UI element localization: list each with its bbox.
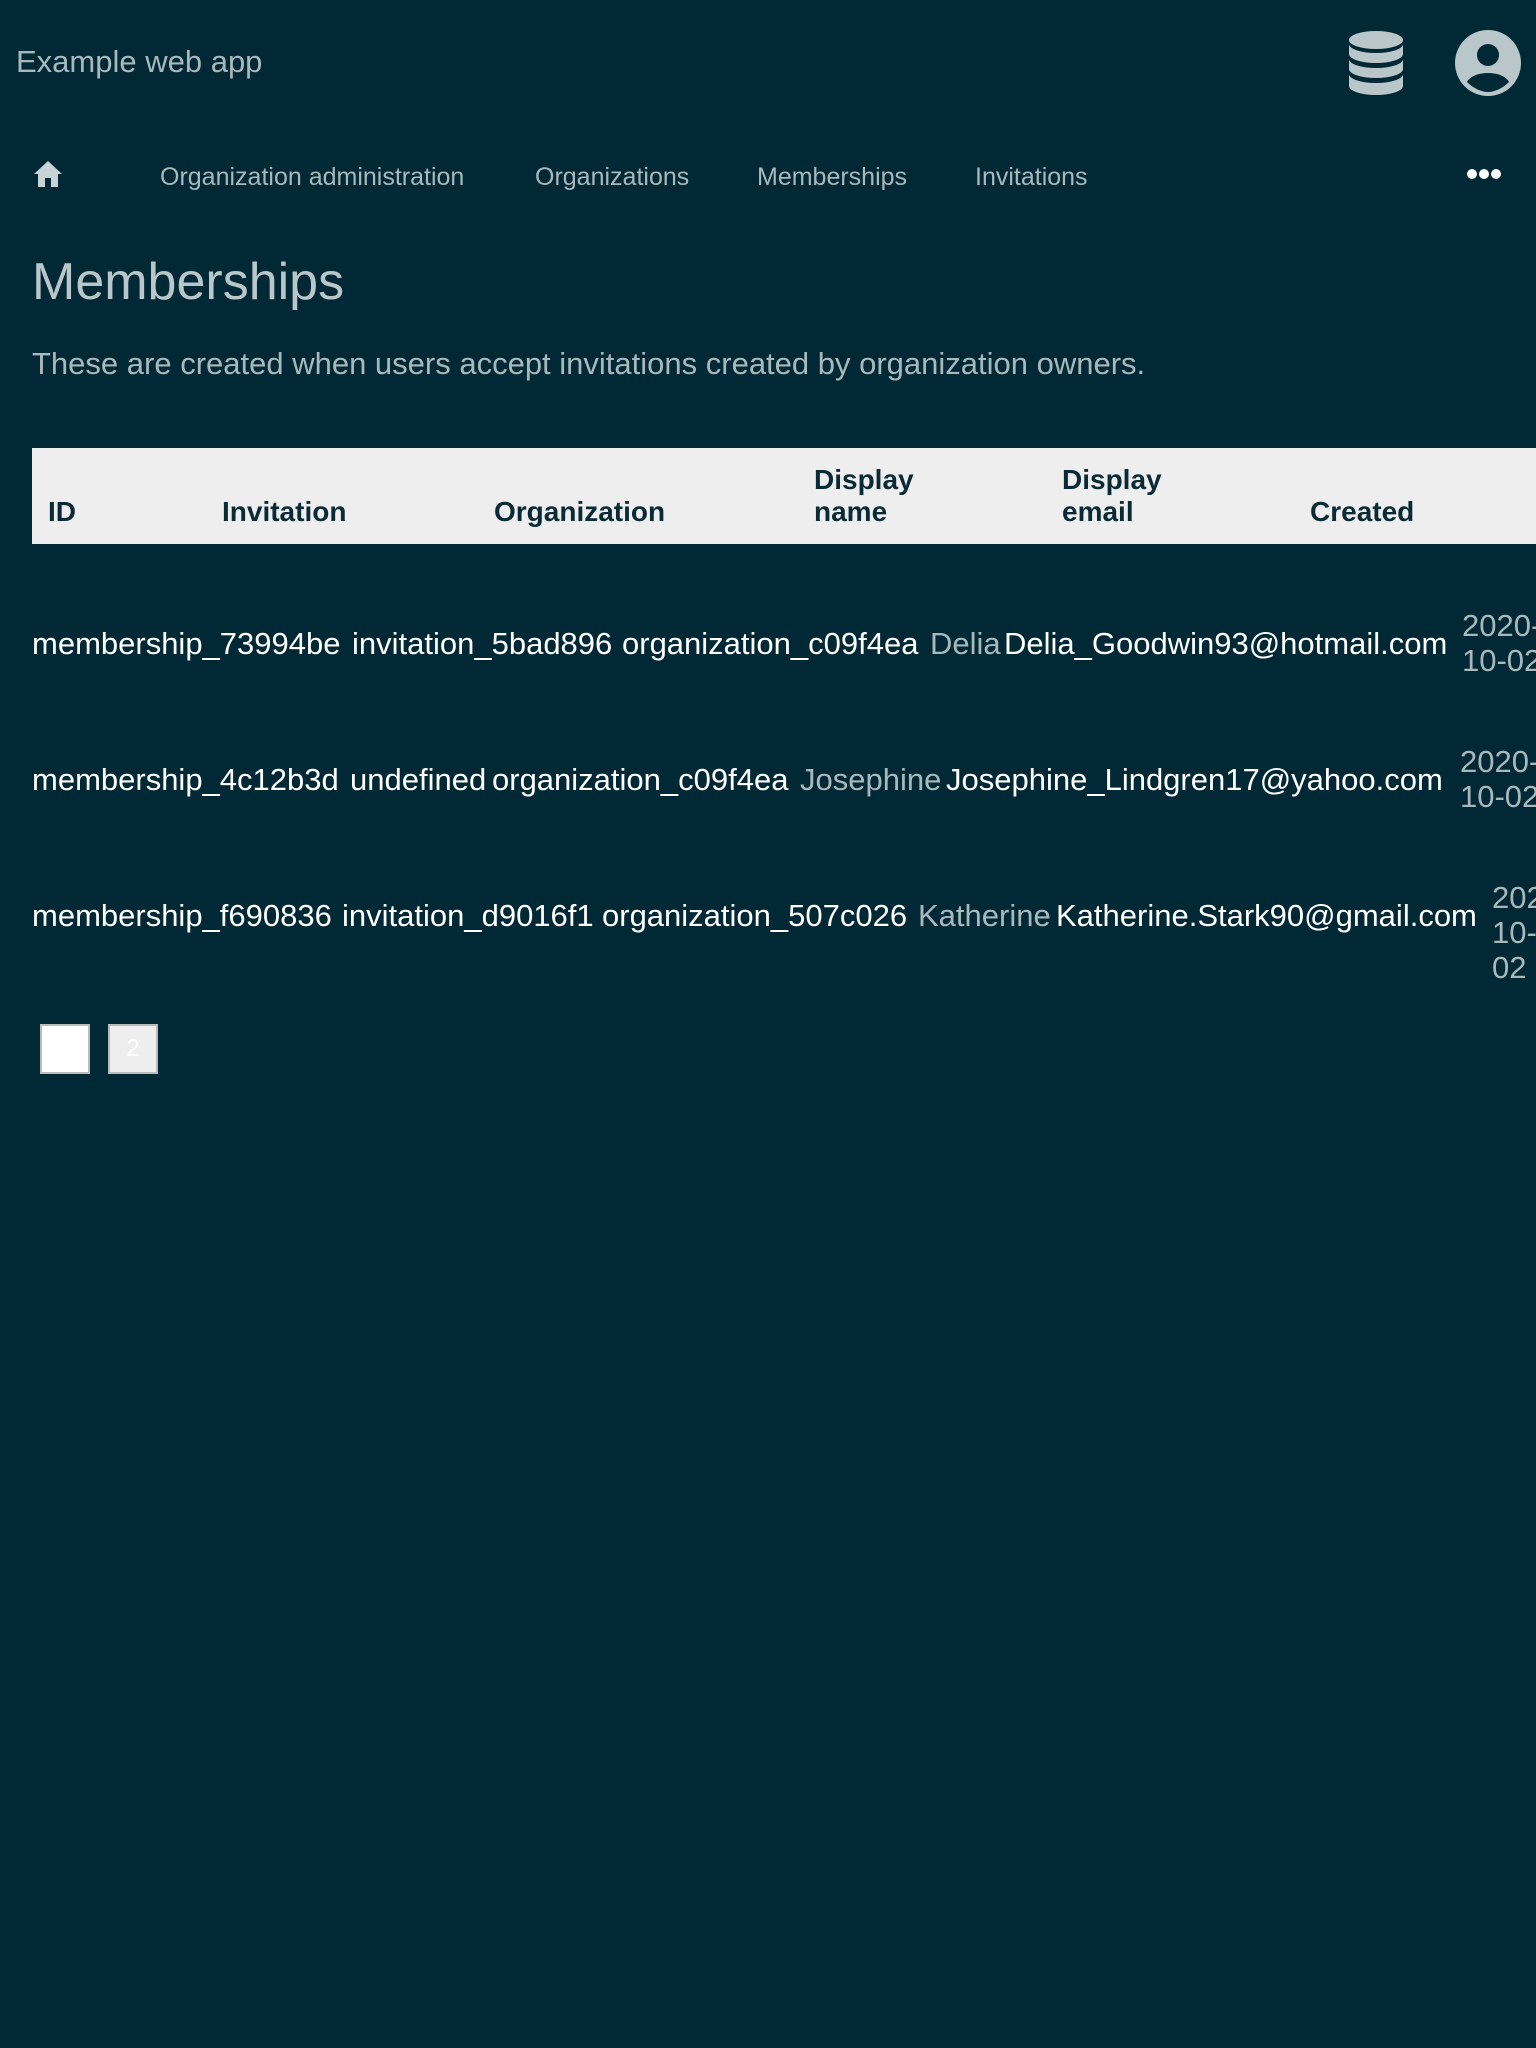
column-header-display-email[interactable]: Display email: [1062, 464, 1212, 528]
cell-invitation[interactable]: invitation_d9016f1: [342, 898, 594, 933]
main-nav: Organization administration Organization…: [0, 148, 1536, 202]
cell-created: 2020-10-02: [1462, 608, 1536, 678]
cell-created: 2020-10-02: [1492, 880, 1536, 985]
cell-id[interactable]: membership_f690836: [32, 898, 332, 933]
app-header: Example web app: [0, 0, 1536, 124]
cell-invitation[interactable]: invitation_5bad896: [352, 626, 612, 661]
table-row[interactable]: membership_f690836 invitation_d9016f1 or…: [0, 878, 1536, 985]
cell-display-email[interactable]: Delia_Goodwin93@hotmail.com: [1004, 626, 1447, 661]
cell-organization[interactable]: organization_c09f4ea: [492, 762, 788, 797]
column-header-organization[interactable]: Organization: [494, 496, 694, 528]
nav-link-memberships[interactable]: Memberships: [757, 162, 907, 192]
nav-link-organization-administration[interactable]: Organization administration: [160, 162, 464, 192]
page-description: These are created when users accept invi…: [32, 346, 1146, 381]
column-header-id[interactable]: ID: [48, 496, 248, 528]
page-title: Memberships: [32, 253, 345, 311]
cell-invitation[interactable]: undefined: [350, 762, 486, 797]
column-header-invitation[interactable]: Invitation: [222, 496, 422, 528]
column-header-display-name[interactable]: Display name: [814, 464, 964, 528]
cell-display-email[interactable]: Josephine_Lindgren17@yahoo.com: [946, 762, 1443, 797]
column-header-created[interactable]: Created: [1310, 496, 1510, 528]
cell-id[interactable]: membership_73994be: [32, 626, 341, 661]
nav-link-invitations[interactable]: Invitations: [975, 162, 1088, 192]
table-header: ID Invitation Organization Display name …: [32, 448, 1536, 544]
home-icon[interactable]: [32, 158, 64, 190]
cell-display-name: Delia: [930, 626, 1001, 661]
pagination-page-1[interactable]: 1: [40, 1024, 90, 1074]
table-row[interactable]: membership_73994be invitation_5bad896 or…: [0, 606, 1536, 696]
app-title[interactable]: Example web app: [16, 44, 262, 80]
table-row[interactable]: membership_4c12b3d undefined organizatio…: [0, 742, 1536, 832]
cell-organization[interactable]: organization_c09f4ea: [622, 626, 918, 661]
cell-display-name: Katherine: [918, 898, 1051, 933]
cell-display-name: Josephine: [800, 762, 942, 797]
pagination-page-2[interactable]: 2: [108, 1024, 158, 1074]
more-horizontal-icon[interactable]: [1466, 168, 1502, 180]
nav-link-organizations[interactable]: Organizations: [535, 162, 689, 192]
cell-display-email[interactable]: Katherine.Stark90@gmail.com: [1056, 898, 1477, 933]
cell-id[interactable]: membership_4c12b3d: [32, 762, 339, 797]
cell-organization[interactable]: organization_507c026: [602, 898, 907, 933]
account-circle-icon[interactable]: [1455, 30, 1521, 96]
cell-created: 2020-10-02: [1460, 744, 1536, 814]
database-icon[interactable]: [1346, 30, 1406, 98]
